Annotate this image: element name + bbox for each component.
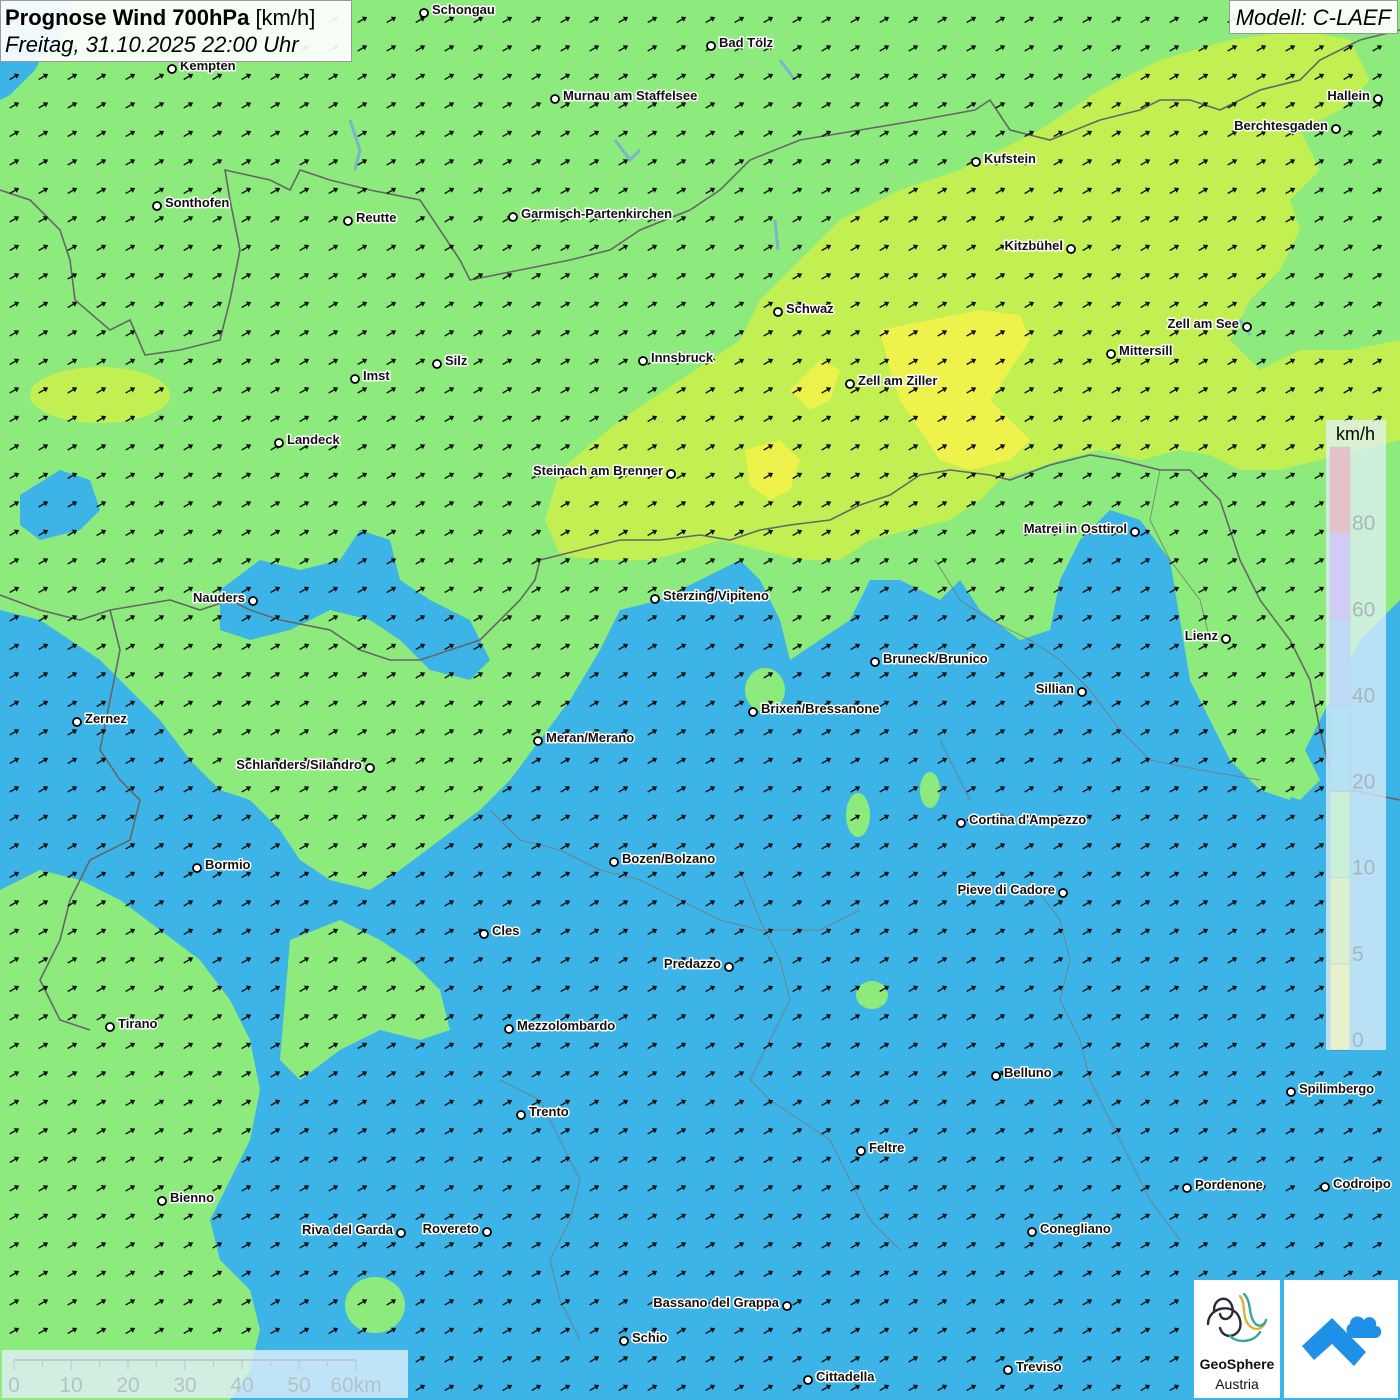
place-label: Zernez [85, 711, 127, 726]
place-label: Bozen/Bolzano [622, 851, 715, 866]
place-label: Steinach am Brenner [533, 463, 663, 478]
place-label: Mittersill [1119, 343, 1172, 358]
place-label: Cittadella [816, 1369, 875, 1384]
place-label: Lienz [1185, 628, 1219, 643]
place-label: Zell am See [1167, 316, 1239, 331]
scale-bar [2, 1350, 408, 1398]
geosphere-swirl-icon [1206, 1292, 1268, 1343]
place-marker: Cortina d'Ampezzo [956, 811, 1088, 829]
place-marker: Riva del Garda [300, 1221, 406, 1239]
geosphere-country: Austria [1215, 1376, 1259, 1392]
place-label: Cortina d'Ampezzo [969, 812, 1086, 827]
place-label: Garmisch-Partenkirchen [521, 206, 672, 221]
place-label: Cles [492, 923, 519, 938]
title-box: Prognose Wind 700hPa [km/h] Freitag, 31.… [0, 0, 352, 62]
place-marker: Zell am See [1166, 315, 1252, 333]
place-marker: Bruneck/Brunico [870, 650, 989, 668]
zone-10-20-small-4 [856, 981, 888, 1009]
place-label: Hallein [1327, 88, 1370, 103]
place-label: Bruneck/Brunico [883, 651, 988, 666]
place-marker: Bassano del Grappa [652, 1294, 792, 1312]
map-base: 051020406080 0102030405060km SchongauBad… [0, 0, 1400, 1400]
place-marker: Matrei in Osttirol [1022, 520, 1140, 538]
map-title-unit: [km/h] [255, 5, 316, 30]
place-marker: Schlanders/Silandro [235, 756, 375, 774]
place-label: Belluno [1004, 1065, 1052, 1080]
place-label: Nauders [193, 590, 245, 605]
map-title: Prognose Wind 700hPa [km/h] [5, 4, 347, 32]
place-label: Kufstein [984, 151, 1036, 166]
place-label: Trento [529, 1104, 569, 1119]
place-label: Sillian [1036, 681, 1074, 696]
place-label: Conegliano [1040, 1221, 1111, 1236]
place-marker: Sterzing/Vipiteno [650, 587, 770, 605]
place-label: Feltre [869, 1140, 904, 1155]
place-marker: Brixen/Bressanone [748, 700, 881, 718]
place-label: Schongau [432, 2, 495, 17]
place-label: Schlanders/Silandro [236, 757, 362, 772]
place-marker: Spilimbergo [1286, 1080, 1376, 1098]
place-marker: Pieve di Cadore [956, 881, 1068, 899]
place-label: Reutte [356, 210, 396, 225]
place-label: Bassano del Grappa [653, 1295, 779, 1310]
place-marker: Meran/Merano [533, 729, 636, 747]
place-label: Matrei in Osttirol [1024, 521, 1127, 536]
wind-map[interactable]: 051020406080 0102030405060km SchongauBad… [0, 0, 1400, 1400]
place-label: Kitzbühel [1005, 238, 1064, 253]
place-label: Meran/Merano [546, 730, 634, 745]
place-label: Schwaz [786, 301, 834, 316]
place-marker: Sonthofen [152, 194, 231, 212]
zone-5-10-west [30, 367, 170, 423]
zone-10-20-small-3 [920, 772, 940, 808]
place-marker: Zell am Ziller [845, 372, 939, 390]
place-label: Imst [363, 368, 390, 383]
place-marker: Schongau [419, 1, 496, 19]
place-label: Bormio [205, 857, 251, 872]
legend: km/h [1326, 420, 1386, 1050]
forecast-datetime: Freitag, 31.10.2025 22:00 Uhr [5, 32, 299, 57]
place-label: Schio [632, 1330, 667, 1345]
legend-unit: km/h [1336, 424, 1376, 444]
place-label: Rovereto [423, 1221, 479, 1236]
map-title-main: Prognose Wind 700hPa [5, 5, 250, 30]
geosphere-logo[interactable]: GeoSphere Austria [1194, 1280, 1280, 1398]
place-marker: Murnau am Staffelsee [550, 87, 699, 105]
place-marker: Mezzolombardo [504, 1017, 617, 1035]
place-marker: Berchtesgaden [1233, 117, 1341, 135]
place-marker: Conegliano [1027, 1220, 1112, 1238]
place-label: Brixen/Bressanone [761, 701, 880, 716]
place-label: Tirano [118, 1016, 158, 1031]
zone-10-20-small-5 [345, 1277, 405, 1333]
place-label: Innsbruck [651, 350, 714, 365]
place-label: Sterzing/Vipiteno [663, 588, 769, 603]
model-label: Modell: C-LAEF [1228, 0, 1398, 34]
place-label: Mezzolombardo [517, 1018, 615, 1033]
place-marker: Steinach am Brenner [531, 462, 676, 480]
place-label: Bad Tölz [719, 35, 774, 50]
place-label: Murnau am Staffelsee [563, 88, 697, 103]
place-label: Pordenone [1195, 1177, 1263, 1192]
place-marker: Innsbruck [638, 349, 715, 367]
place-label: Sonthofen [165, 195, 229, 210]
place-label: Predazzo [664, 956, 721, 971]
place-label: Bienno [170, 1190, 214, 1205]
place-label: Zell am Ziller [858, 373, 937, 388]
weather-app-logo[interactable] [1284, 1280, 1398, 1398]
place-label: Berchtesgaden [1234, 118, 1328, 133]
place-label: Spilimbergo [1299, 1081, 1374, 1096]
place-label: Riva del Garda [302, 1222, 394, 1237]
place-marker: Bozen/Bolzano [609, 850, 717, 868]
place-label: Pieve di Cadore [957, 882, 1055, 897]
place-label: Codroipo [1333, 1176, 1391, 1191]
geosphere-name: GeoSphere [1199, 1356, 1275, 1372]
place-label: Treviso [1016, 1359, 1062, 1374]
place-label: Landeck [287, 432, 341, 447]
mountain-cloud-icon [1302, 1316, 1382, 1366]
place-label: Silz [445, 353, 468, 368]
place-marker: Pordenone [1182, 1176, 1264, 1194]
place-marker: Garmisch-Partenkirchen [508, 205, 674, 223]
